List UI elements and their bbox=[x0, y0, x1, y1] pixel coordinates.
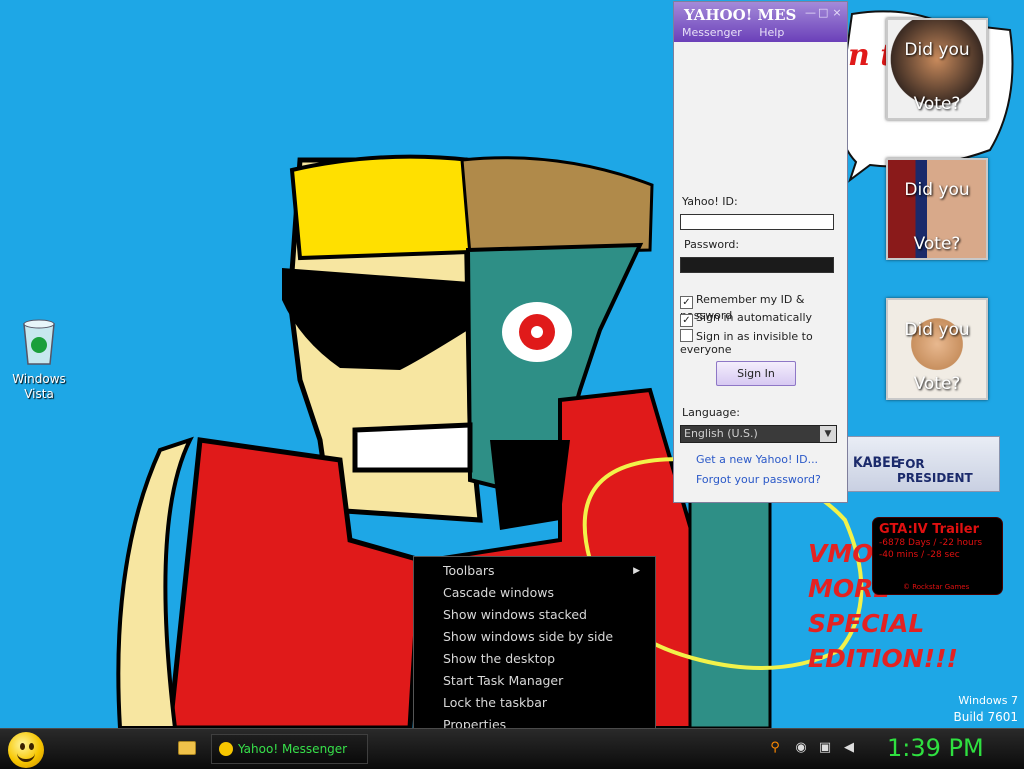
taskbar-button-label: Yahoo! Messenger bbox=[238, 742, 348, 756]
yahoo-messenger-window[interactable]: YAHOO! MES — □ × Messenger Help Yahoo! I… bbox=[673, 1, 848, 503]
sign-in-button[interactable]: Sign In bbox=[716, 361, 796, 386]
vote-gadget-line2: Vote? bbox=[913, 94, 961, 114]
gta-countdown-gadget[interactable]: GTA:IV Trailer -6878 Days / -22 hours -4… bbox=[873, 518, 1002, 594]
start-button[interactable] bbox=[8, 732, 44, 768]
chevron-down-icon[interactable]: ▼ bbox=[820, 426, 836, 442]
yahoo-brand-logo: YAHOO! MES bbox=[684, 6, 797, 24]
menu-item-label: Toolbars bbox=[443, 563, 495, 578]
gta-credit: © Rockstar Games bbox=[903, 583, 970, 591]
start-button-eye bbox=[20, 743, 25, 750]
watermark-build: Build 7601 bbox=[953, 710, 1018, 724]
yahoo-titlebar[interactable]: YAHOO! MES — □ × Messenger Help bbox=[674, 2, 847, 42]
taskbar-button-yahoo-messenger[interactable]: Yahoo! Messenger bbox=[211, 734, 368, 764]
yahoo-id-input[interactable] bbox=[680, 214, 834, 230]
submenu-arrow-icon: ▶ bbox=[633, 566, 640, 576]
clock[interactable]: 1:39 PM bbox=[887, 734, 984, 762]
vote-gadget-line1: Did you bbox=[904, 180, 970, 200]
recycle-bin-icon bbox=[23, 319, 55, 365]
language-value: English (U.S.) bbox=[684, 427, 758, 440]
taskbar-context-menu: Toolbars ▶ Cascade windows Show windows … bbox=[413, 556, 656, 739]
graffiti-line-3: SPECIAL bbox=[808, 609, 924, 638]
gta-title: GTA:IV Trailer bbox=[879, 522, 979, 537]
auto-signin-checkbox[interactable]: ✓ Sign in automatically bbox=[680, 311, 812, 327]
volume-icon[interactable]: ◀ bbox=[842, 741, 856, 755]
checkbox-label: Sign in as invisible to everyone bbox=[680, 330, 813, 356]
folder-icon[interactable] bbox=[178, 741, 196, 755]
president-banner-gadget[interactable]: KABEE FOR PRESIDENT bbox=[844, 436, 1000, 492]
vote-gadget-1[interactable]: Did you Vote? bbox=[886, 18, 988, 120]
yahoo-id-label: Yahoo! ID: bbox=[682, 195, 738, 208]
menu-item-start-task-manager[interactable]: Start Task Manager bbox=[443, 670, 648, 692]
checkbox-checked-icon: ✓ bbox=[680, 314, 693, 327]
yahoo-login-panel: Yahoo! ID: Password: ✓ Remember my ID & p… bbox=[674, 42, 847, 502]
gta-countdown-minutes: -40 mins / -28 sec bbox=[879, 550, 960, 560]
banner-name: KABEE bbox=[853, 455, 900, 471]
menu-messenger[interactable]: Messenger bbox=[682, 26, 742, 39]
vote-gadget-2[interactable]: Did you Vote? bbox=[886, 158, 988, 260]
password-label: Password: bbox=[684, 238, 740, 251]
close-icon[interactable]: × bbox=[832, 7, 842, 18]
get-new-id-link[interactable]: Get a new Yahoo! ID... bbox=[696, 453, 818, 466]
maximize-icon[interactable]: □ bbox=[818, 7, 828, 18]
password-input[interactable] bbox=[680, 257, 834, 273]
menu-help[interactable]: Help bbox=[759, 26, 784, 39]
checkbox-unchecked-icon bbox=[680, 329, 693, 342]
network-icon[interactable]: ▣ bbox=[818, 741, 832, 755]
vote-gadget-3[interactable]: Did you Vote? bbox=[886, 298, 988, 400]
start-button-mouth bbox=[17, 750, 35, 762]
watermark-os: Windows 7 bbox=[958, 694, 1018, 707]
taskbar[interactable]: Yahoo! Messenger ⚲ ◉ ▣ ◀ 1:39 PM bbox=[0, 728, 1024, 769]
messenger-status-icon[interactable]: ◉ bbox=[794, 741, 808, 755]
desktop-icon-windows-vista[interactable]: Windows Vista bbox=[8, 318, 70, 402]
checkbox-checked-icon: ✓ bbox=[680, 296, 693, 309]
desktop-icon-label: Windows Vista bbox=[12, 372, 66, 401]
minimize-icon[interactable]: — bbox=[805, 7, 816, 18]
vote-gadget-line1: Did you bbox=[904, 40, 970, 60]
checkbox-label: Sign in automatically bbox=[696, 311, 813, 324]
build-watermark: Windows 7 Build 7601 bbox=[954, 692, 1018, 726]
start-button-eye bbox=[29, 743, 34, 750]
invisible-checkbox[interactable]: Sign in as invisible to everyone bbox=[680, 329, 847, 356]
gta-countdown-days: -6878 Days / -22 hours bbox=[879, 538, 983, 548]
menu-item-show-windows-side-by-side[interactable]: Show windows side by side bbox=[443, 626, 648, 648]
vote-gadget-line1: Did you bbox=[904, 320, 970, 340]
search-icon[interactable]: ⚲ bbox=[768, 741, 782, 755]
yahoo-menubar: Messenger Help bbox=[682, 26, 798, 39]
menu-item-show-windows-stacked[interactable]: Show windows stacked bbox=[443, 604, 648, 626]
yahoo-smiley-icon bbox=[219, 742, 233, 756]
vote-gadget-line2: Vote? bbox=[913, 234, 961, 254]
banner-subtitle: FOR PRESIDENT bbox=[897, 457, 973, 485]
forgot-password-link[interactable]: Forgot your password? bbox=[696, 473, 821, 486]
vote-gadget-line2: Vote? bbox=[913, 374, 961, 394]
menu-item-cascade-windows[interactable]: Cascade windows bbox=[443, 582, 648, 604]
menu-item-show-desktop[interactable]: Show the desktop bbox=[443, 648, 648, 670]
language-label: Language: bbox=[682, 406, 740, 419]
menu-item-lock-taskbar[interactable]: Lock the taskbar bbox=[443, 692, 648, 714]
language-select[interactable]: English (U.S.) ▼ bbox=[680, 425, 837, 443]
graffiti-line-4: EDITION!!! bbox=[808, 644, 958, 673]
menu-item-toolbars[interactable]: Toolbars ▶ bbox=[443, 560, 648, 582]
